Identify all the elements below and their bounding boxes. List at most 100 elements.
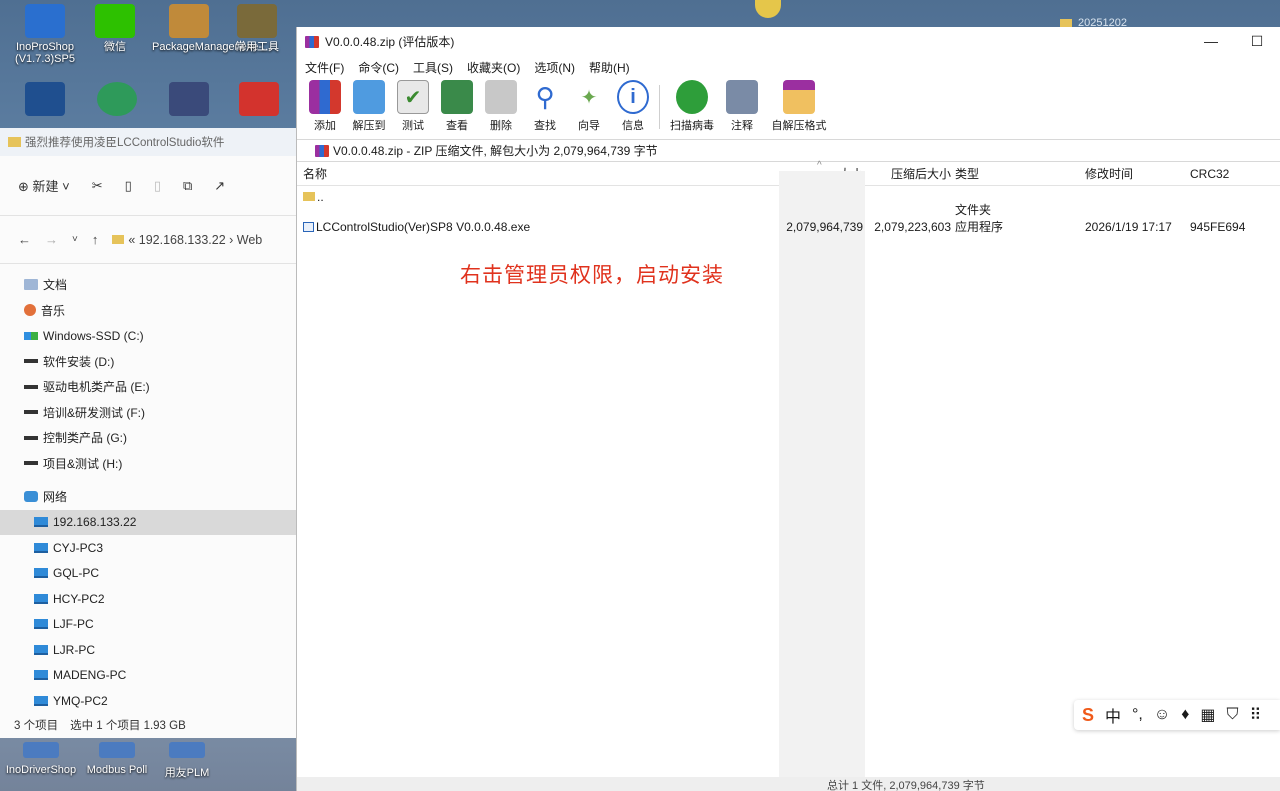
comment-button[interactable]: 注释: [720, 80, 764, 133]
inoproshop-app-icon: [25, 4, 65, 38]
rename-icon[interactable]: ⧉: [183, 178, 192, 194]
tools-folder-icon: [237, 4, 277, 38]
sfx-button[interactable]: 自解压格式: [764, 80, 834, 133]
nav-item-network[interactable]: 网络: [0, 484, 299, 510]
desktop-icon-inoproshop[interactable]: InoProShop (V1.7.3)SP5: [8, 4, 82, 65]
menu-help[interactable]: 帮助(H): [589, 59, 630, 76]
toolbox-icon[interactable]: ⠿: [1250, 705, 1262, 725]
virus-scan-icon: [676, 80, 708, 114]
history-dropdown-icon[interactable]: ˅: [72, 234, 78, 245]
nav-item-documents[interactable]: 文档: [0, 272, 299, 298]
document-icon: [24, 279, 38, 291]
back-icon[interactable]: ←: [18, 232, 31, 247]
share-icon[interactable]: ↗: [214, 178, 225, 194]
window-title: V0.0.0.48.zip (评估版本): [325, 35, 455, 49]
keyboard-icon[interactable]: ▦: [1200, 705, 1215, 725]
desktop-icon-inodrivershop[interactable]: InoDriverShop: [4, 742, 78, 776]
test-button[interactable]: ✔ 测试: [391, 80, 435, 133]
winrar-title-bar[interactable]: V0.0.0.48.zip (评估版本) — ☐: [297, 27, 1280, 56]
parent-folder-icon: [303, 192, 315, 201]
nav-item-computer-hcy-pc2[interactable]: HCY-PC2: [0, 586, 299, 612]
add-button[interactable]: 添加: [303, 80, 347, 133]
voice-icon[interactable]: ♦: [1181, 706, 1189, 724]
nav-item-computer-ljf-pc[interactable]: LJF-PC: [0, 612, 299, 638]
menu-tools[interactable]: 工具(S): [413, 59, 453, 76]
menu-file[interactable]: 文件(F): [305, 59, 344, 76]
delete-button[interactable]: 删除: [479, 80, 523, 133]
nav-item-computer-madeng-pc[interactable]: MADENG-PC: [0, 663, 299, 689]
emoji-icon[interactable]: ☺: [1154, 706, 1170, 724]
paste-icon[interactable]: ▯: [154, 178, 161, 194]
virus-scan-button[interactable]: 扫描病毒: [664, 80, 720, 133]
explorer-tab[interactable]: 强烈推荐使用凌臣LCControlStudio软件: [0, 128, 299, 156]
column-packed-size[interactable]: 压缩后大小: [867, 162, 951, 185]
archive-path-bar[interactable]: V0.0.0.48.zip - ZIP 压缩文件, 解包大小为 2,079,96…: [297, 140, 1280, 162]
desktop-icon-packagemanager[interactable]: PackageManager.exe-...: [152, 4, 271, 53]
nav-item-computer-cyj-pc3[interactable]: CYJ-PC3: [0, 535, 299, 561]
skin-icon[interactable]: ⛉: [1227, 706, 1239, 724]
column-crc32[interactable]: CRC32: [1190, 162, 1229, 185]
menu-favorites[interactable]: 收藏夹(O): [467, 59, 520, 76]
desktop-icon-wave[interactable]: [8, 82, 82, 119]
nav-item-computer-ymq-pc2[interactable]: YMQ-PC2: [0, 688, 299, 714]
view-book-icon: [441, 80, 473, 114]
desktop-icon-tools[interactable]: 常用工具: [220, 4, 294, 53]
minimize-button[interactable]: —: [1188, 33, 1234, 50]
punctuation-icon[interactable]: °,: [1132, 706, 1143, 724]
nav-item-computer-192-168-133-22[interactable]: 192.168.133.22: [0, 509, 299, 535]
maximize-button[interactable]: ☐: [1234, 33, 1280, 50]
address-path[interactable]: « 192.168.133.22 › Web: [112, 233, 262, 247]
cut-icon[interactable]: ✂: [92, 178, 103, 194]
nav-item-drive-c[interactable]: Windows-SSD (C:): [0, 323, 299, 349]
winrar-status-bar: 总计 1 文件, 2,079,964,739 字节: [297, 777, 1280, 791]
new-button[interactable]: ⊕ 新建 ˅: [18, 176, 70, 195]
menu-commands[interactable]: 命令(C): [358, 59, 399, 76]
sort-ascending-icon: ^: [817, 160, 822, 171]
list-item[interactable]: 文件夹: [297, 201, 1280, 218]
column-type[interactable]: 类型: [955, 162, 979, 185]
desktop-icon-pc[interactable]: [152, 82, 226, 119]
test-clipboard-icon: ✔: [397, 80, 429, 114]
extract-folder-icon: [353, 80, 385, 114]
computer-icon: [34, 695, 48, 706]
add-icon: [309, 80, 341, 114]
nav-item-computer-ljr-pc[interactable]: LJR-PC: [0, 637, 299, 663]
explorer-command-bar: ⊕ 新建 ˅ ✂ ▯ ▯ ⧉ ↗: [0, 156, 299, 216]
nav-item-computer-gql-pc[interactable]: GQL-PC: [0, 561, 299, 587]
ime-mode-toggle[interactable]: 中: [1105, 703, 1121, 727]
menu-bar: 文件(F) 命令(C) 工具(S) 收藏夹(O) 选项(N) 帮助(H): [297, 56, 1280, 78]
sorted-column-highlight: [779, 171, 865, 791]
menu-options[interactable]: 选项(N): [534, 59, 575, 76]
computer-app-icon: [169, 82, 209, 116]
wave-app-icon: [25, 82, 65, 116]
extract-to-button[interactable]: 解压到: [347, 80, 391, 133]
desktop-icon-wechat[interactable]: 微信: [78, 4, 152, 53]
find-button[interactable]: ⚲ 查找: [523, 80, 567, 133]
forward-icon[interactable]: →: [45, 232, 58, 247]
nav-item-drive-e[interactable]: 驱动电机类产品 (E:): [0, 374, 299, 400]
wizard-button[interactable]: ✦ 向导: [567, 80, 611, 133]
folder-icon: [8, 137, 21, 147]
install-instruction-annotation: 右击管理员权限，启动安装: [460, 264, 724, 287]
column-name[interactable]: 名称: [303, 162, 327, 185]
explorer-navigation-pane: 文档 音乐 Windows-SSD (C:) 软件安装 (D:) 驱动电机类产品…: [0, 264, 299, 714]
desktop-icon-yonyou-plm[interactable]: 用友PLM: [150, 742, 224, 780]
copy-icon[interactable]: ▯: [125, 178, 132, 194]
folder-icon: [112, 234, 125, 244]
drive-icon: [24, 410, 38, 415]
nav-item-music[interactable]: 音乐: [0, 298, 299, 324]
info-button[interactable]: i 信息: [611, 80, 655, 133]
desktop-decoration: [755, 0, 781, 18]
column-modified[interactable]: 修改时间: [1085, 162, 1133, 185]
desktop-icon-edge[interactable]: [80, 82, 154, 119]
nav-item-drive-f[interactable]: 培训&研发测试 (F:): [0, 400, 299, 426]
nav-item-drive-g[interactable]: 控制类产品 (G:): [0, 425, 299, 451]
desktop-icon-red-app[interactable]: [222, 82, 296, 119]
view-button[interactable]: 查看: [435, 80, 479, 133]
desktop-icon-modbus-poll[interactable]: Modbus Poll: [80, 742, 154, 776]
nav-item-drive-h[interactable]: 项目&测试 (H:): [0, 451, 299, 477]
sogou-logo-icon[interactable]: S: [1082, 705, 1094, 726]
list-item-exe[interactable]: LCControlStudio(Ver)SP8 V0.0.0.48.exe 2,…: [297, 218, 1280, 235]
nav-item-drive-d[interactable]: 软件安装 (D:): [0, 349, 299, 375]
up-icon[interactable]: ↑: [92, 232, 99, 247]
